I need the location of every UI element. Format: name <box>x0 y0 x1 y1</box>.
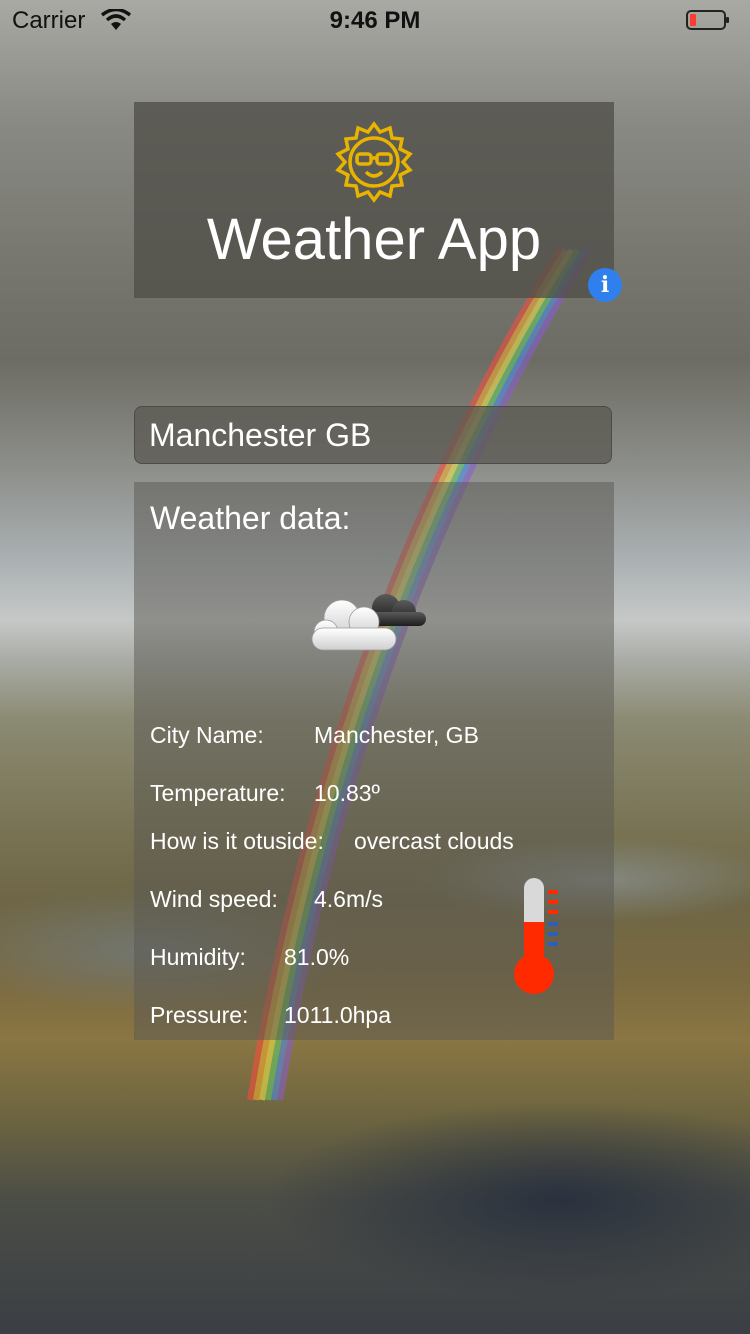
city-name-label: City Name: <box>150 722 264 748</box>
info-button[interactable]: i <box>588 268 622 302</box>
city-search-input[interactable] <box>134 406 612 464</box>
wind-speed-label: Wind speed: <box>150 886 278 912</box>
clock-time: 9:46 PM <box>329 7 421 34</box>
conditions-value: overcast clouds <box>354 828 514 854</box>
city-name-value: Manchester, GB <box>314 722 479 748</box>
battery-low-icon <box>686 10 729 30</box>
pressure-value: 1011.0hpa <box>284 1002 392 1028</box>
wind-speed-value: 4.6m/s <box>314 886 384 912</box>
weather-data-title: Weather data: <box>150 500 351 536</box>
humidity-value: 81.0% <box>284 944 350 970</box>
temperature-label: Temperature: <box>150 780 286 806</box>
pressure-label: Pressure: <box>150 1002 249 1028</box>
app-title: Weather App <box>206 207 542 272</box>
sun-with-sunglasses-icon <box>335 121 413 203</box>
humidity-label: Humidity: <box>150 944 246 970</box>
conditions-label: How is it otuside: <box>150 828 324 854</box>
cloudy-icon <box>311 594 426 651</box>
status-bar: Carrier 9:46 PM <box>0 0 750 40</box>
temperature-value: 10.83º <box>314 780 380 806</box>
info-icon: i <box>600 272 610 298</box>
thermometer-icon <box>514 878 558 994</box>
